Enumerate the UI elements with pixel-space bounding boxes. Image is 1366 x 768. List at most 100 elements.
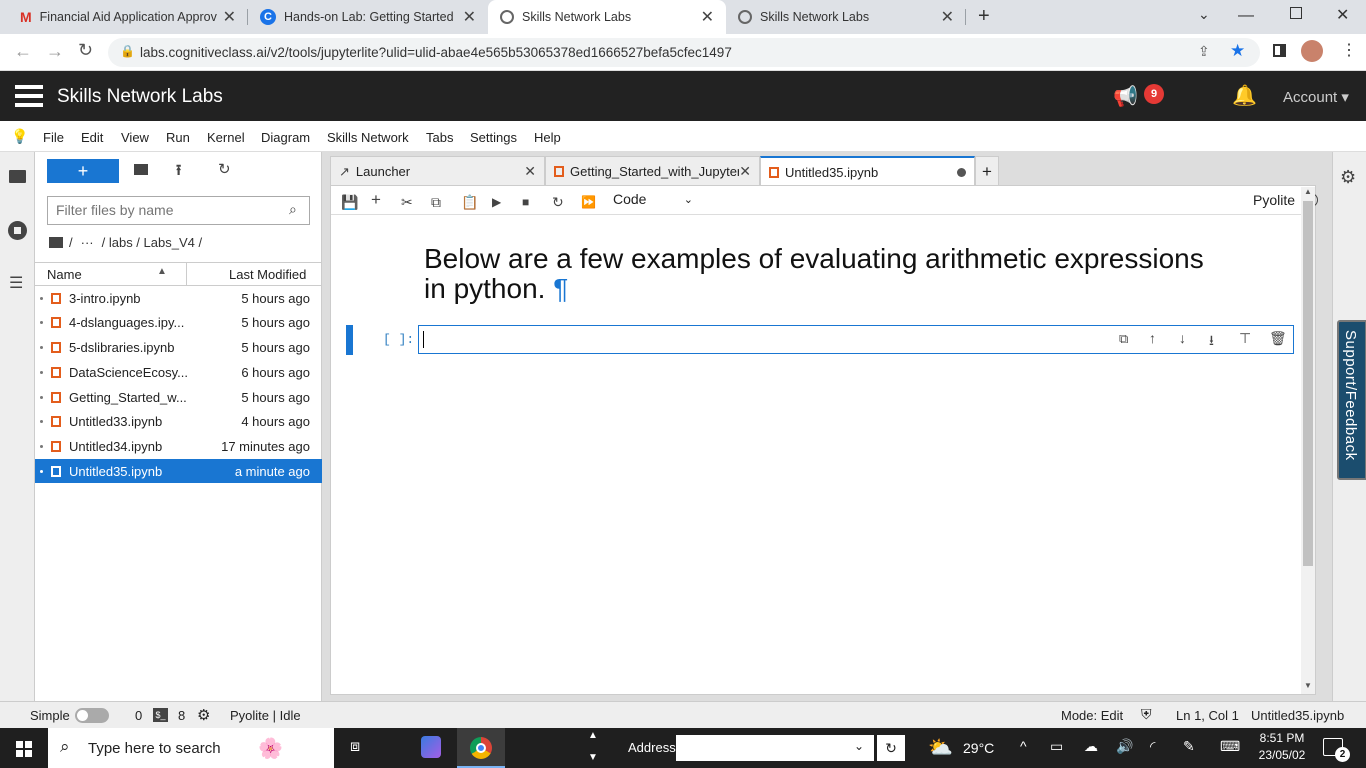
menu-view[interactable]: View: [121, 130, 149, 145]
table-of-contents-icon[interactable]: ☰: [9, 273, 23, 293]
weather-temperature[interactable]: 29°C: [963, 740, 994, 756]
close-icon[interactable]: ✕: [701, 7, 714, 27]
breadcrumb-path[interactable]: / labs / Labs_V4 /: [102, 235, 202, 250]
file-row[interactable]: 5-dslibraries.ipynb 5 hours ago: [35, 335, 322, 359]
chevron-up-icon[interactable]: ^: [1020, 738, 1027, 754]
hamburger-icon[interactable]: [15, 85, 43, 109]
clock-time[interactable]: 8:51 PM: [1258, 731, 1306, 745]
cloud-sync-icon[interactable]: ☁: [1084, 738, 1098, 755]
delete-cell-icon[interactable]: 🗑: [1269, 330, 1287, 347]
back-icon[interactable]: ←: [14, 41, 32, 62]
volume-icon[interactable]: 🔊: [1116, 738, 1133, 755]
browser-tab-2[interactable]: C Hands-on Lab: Getting Started w ✕: [248, 0, 488, 34]
scrollbar[interactable]: ▲ ▼: [1301, 187, 1315, 694]
toolbar-scroll-down-icon[interactable]: ▼: [588, 752, 598, 763]
avatar[interactable]: [1301, 40, 1323, 62]
menu-kernel[interactable]: Kernel: [207, 130, 245, 145]
pen-icon[interactable]: ✎: [1183, 738, 1195, 755]
code-cell-editor[interactable]: ⧉ ↑ ↓ ⭳ ⊤ 🗑: [418, 325, 1294, 354]
restart-icon[interactable]: ↻: [552, 194, 564, 211]
browser-tab-1[interactable]: M Financial Aid Application Approv ✕: [8, 0, 248, 34]
address-toolbar-input[interactable]: ⌄: [676, 735, 874, 761]
close-icon[interactable]: ✕: [463, 7, 476, 27]
address-go-button[interactable]: ↻: [877, 735, 905, 761]
tab-launcher[interactable]: ↗ Launcher ✕: [330, 156, 545, 186]
simple-mode-toggle[interactable]: [75, 708, 109, 723]
file-row[interactable]: DataScienceEcosy... 6 hours ago: [35, 360, 322, 384]
close-icon[interactable]: ✕: [223, 7, 236, 27]
forward-icon[interactable]: →: [46, 41, 64, 62]
file-row[interactable]: Untitled34.ipynb 17 minutes ago: [35, 434, 322, 458]
kernel-gear-icon[interactable]: ⚙: [197, 706, 210, 724]
menu-tabs[interactable]: Tabs: [426, 130, 453, 145]
file-row-selected[interactable]: Untitled35.ipynb a minute ago: [35, 459, 322, 483]
browser-tab-3[interactable]: Skills Network Labs ✕: [488, 0, 726, 34]
cursor-position[interactable]: Ln 1, Col 1: [1176, 708, 1239, 723]
reload-icon[interactable]: ↻: [78, 40, 93, 61]
bookmark-star-icon[interactable]: ★: [1230, 41, 1245, 61]
chrome-taskbar-button[interactable]: [457, 728, 505, 768]
menu-file[interactable]: File: [43, 130, 64, 145]
column-header-modified[interactable]: Last Modified: [229, 267, 306, 282]
omnibox[interactable]: 🔒 labs.cognitiveclass.ai/v2/tools/jupyte…: [108, 38, 1260, 67]
insert-above-icon[interactable]: ⭳: [1209, 330, 1214, 354]
cell-type-dropdown[interactable]: Code ⌄: [613, 191, 693, 207]
folder-icon[interactable]: [9, 170, 26, 183]
save-icon[interactable]: 💾: [341, 194, 358, 211]
bell-icon[interactable]: 🔔: [1232, 83, 1257, 108]
megaphone-icon[interactable]: 📢: [1113, 84, 1138, 109]
toolbar-scroll-up-icon[interactable]: ▲: [588, 730, 598, 741]
battery-icon[interactable]: ▭: [1050, 738, 1063, 755]
run-icon[interactable]: ▶: [492, 195, 501, 209]
kebab-menu-icon[interactable]: ⋮: [1341, 40, 1357, 60]
chevron-down-icon[interactable]: ⌄: [854, 739, 864, 753]
filter-files-input[interactable]: ⌕: [47, 196, 310, 225]
restore-button[interactable]: [1290, 7, 1302, 19]
clock-date[interactable]: 23/05/02: [1256, 748, 1308, 762]
breadcrumb-ellipsis[interactable]: ···: [81, 235, 94, 250]
keyboard-icon[interactable]: ⌨: [1220, 738, 1240, 755]
terminal-icon[interactable]: $_: [153, 708, 168, 722]
copy-icon[interactable]: ⧉: [431, 194, 441, 211]
kernel-name[interactable]: Pyolite: [1253, 192, 1295, 208]
browser-tab-4[interactable]: Skills Network Labs ✕: [726, 0, 966, 34]
paste-icon[interactable]: 📋: [461, 194, 478, 211]
menu-skills-network[interactable]: Skills Network: [327, 130, 409, 145]
chevron-down-icon[interactable]: ⌄: [1198, 6, 1210, 23]
anchor-link[interactable]: ¶: [553, 273, 568, 304]
fast-forward-icon[interactable]: ⏩: [581, 195, 596, 209]
taskbar-search-box[interactable]: ⌕ Type here to search 🌸: [48, 728, 334, 768]
file-row[interactable]: Untitled33.ipynb 4 hours ago: [35, 409, 322, 433]
home-folder-icon[interactable]: [49, 237, 63, 248]
insert-cell-icon[interactable]: +: [371, 190, 381, 210]
close-icon[interactable]: ✕: [524, 163, 536, 180]
unsaved-dot-icon[interactable]: [957, 168, 966, 177]
menu-help[interactable]: Help: [534, 130, 561, 145]
close-icon[interactable]: ✕: [941, 7, 954, 27]
property-inspector-icon[interactable]: ⚙: [1340, 167, 1356, 188]
upload-icon[interactable]: ⭱: [176, 160, 181, 185]
new-tab-button[interactable]: +: [975, 156, 999, 186]
task-view-icon[interactable]: ⧈: [350, 738, 360, 756]
close-window-button[interactable]: ✕: [1336, 5, 1349, 25]
tab-untitled35[interactable]: Untitled35.ipynb: [760, 156, 975, 187]
file-row[interactable]: 3-intro.ipynb 5 hours ago: [35, 286, 322, 310]
brand-title[interactable]: Skills Network Labs: [57, 86, 223, 108]
close-icon[interactable]: ✕: [739, 163, 751, 180]
sidepanel-icon[interactable]: [1273, 44, 1286, 57]
cut-icon[interactable]: ✂: [401, 194, 413, 211]
minimize-button[interactable]: —: [1238, 7, 1254, 25]
account-menu[interactable]: Account ▾: [1283, 88, 1349, 106]
duplicate-cell-icon[interactable]: ⧉: [1119, 331, 1128, 347]
wifi-icon[interactable]: ◜: [1150, 738, 1155, 755]
column-header-name[interactable]: Name: [47, 267, 82, 282]
file-row[interactable]: Getting_Started_w... 5 hours ago: [35, 385, 322, 409]
new-launcher-button[interactable]: +: [47, 159, 119, 183]
menu-diagram[interactable]: Diagram: [261, 130, 310, 145]
trusted-shield-icon[interactable]: ⛨: [1141, 706, 1152, 723]
insert-below-icon[interactable]: ⊤: [1239, 330, 1251, 347]
move-up-icon[interactable]: ↑: [1149, 330, 1156, 346]
support-feedback-tab[interactable]: Support/Feedback: [1337, 320, 1366, 480]
menu-settings[interactable]: Settings: [470, 130, 517, 145]
refresh-icon[interactable]: ↻: [218, 160, 231, 178]
